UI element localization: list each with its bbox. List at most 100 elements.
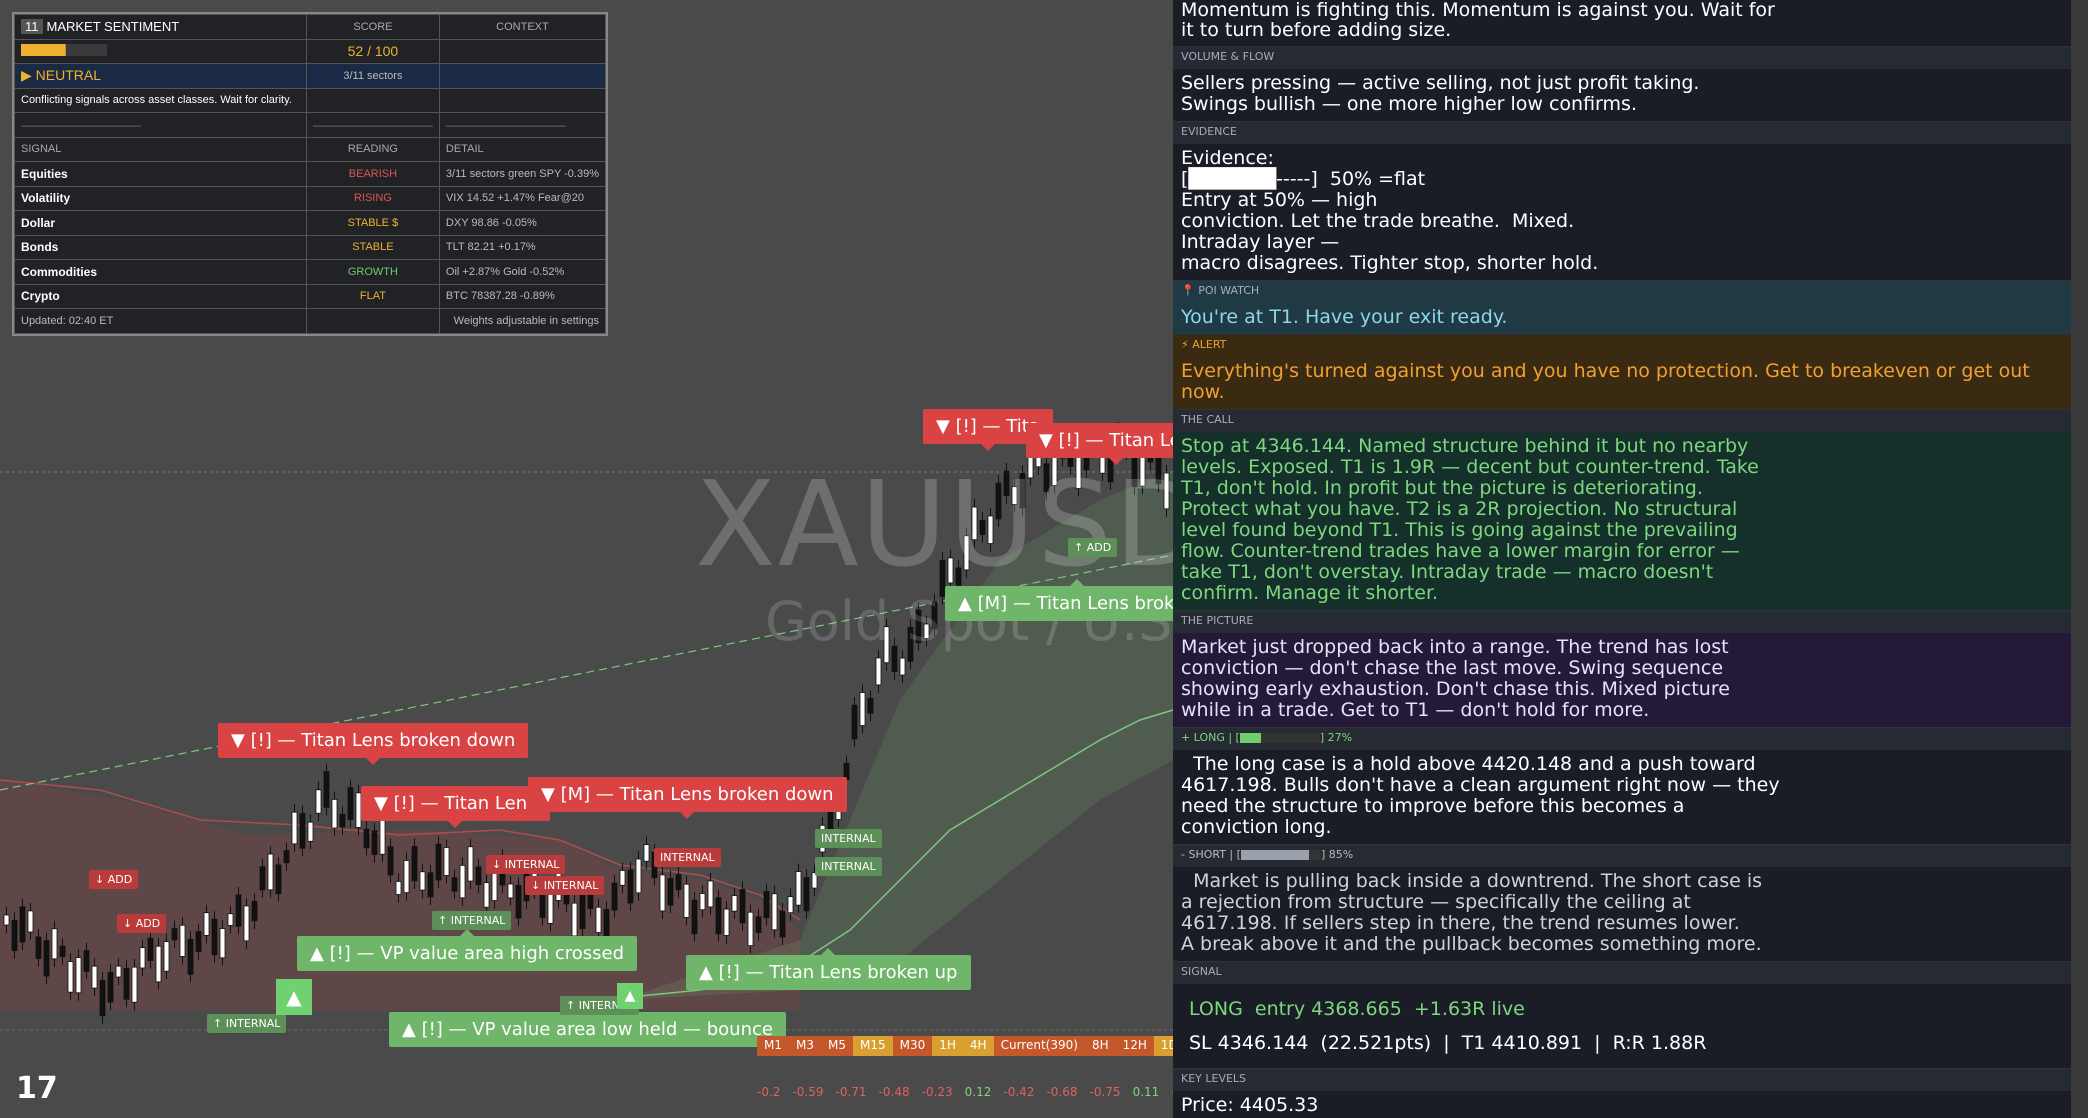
tf-8h[interactable]: 8H	[1084, 1036, 1116, 1056]
long-header: + LONG | [] 27%	[1173, 727, 2071, 750]
candle-body	[435, 843, 442, 881]
candle-body	[371, 830, 378, 855]
candle-body	[219, 928, 226, 959]
sentiment-sectors: 3/11 sectors	[305, 63, 440, 89]
the-call-text: Stop at 4346.144. Named structure behind…	[1173, 432, 2071, 610]
score-header: SCORE	[305, 14, 440, 40]
small-label-internal-6[interactable]: INTERNAL	[815, 829, 882, 848]
candle-body	[283, 850, 290, 864]
signal-label-vp-low[interactable]: ▲ [!] — VP value area low held — bounce	[389, 1005, 786, 1047]
signal-label-titan-up[interactable]: ▲ [!] — Titan Lens broken up	[686, 948, 971, 990]
small-label-add-up[interactable]: ↑ ADD	[1068, 538, 1118, 557]
row-dollar-signal: Dollar	[14, 210, 307, 236]
candle-body	[595, 906, 602, 933]
candle-body	[99, 979, 106, 1017]
sentiment-title-cell: 11 MARKET SENTIMENT	[14, 14, 307, 40]
tf-1h[interactable]: 1H	[932, 1036, 963, 1056]
timeframe-strip: M1 M3 M5 M15 M30 1H 4H Current(390) 8H 1…	[757, 1036, 1185, 1056]
candle-body	[51, 928, 58, 960]
candle-body	[179, 924, 186, 957]
candle-body	[579, 894, 586, 930]
candle-body	[131, 966, 138, 1003]
short-pct: ] 85%	[1320, 848, 1354, 861]
tf-val-12h: 0.11	[1132, 1085, 1160, 1099]
small-label-add-2[interactable]: ↓ ADD	[117, 914, 167, 933]
candle-body	[379, 817, 386, 855]
candle-body	[683, 883, 690, 918]
candle-body	[467, 846, 474, 882]
buy-arrow-marker[interactable]: ▲	[276, 979, 312, 1015]
row-volatility-signal: Volatility	[14, 185, 307, 211]
tf-m1[interactable]: M1	[757, 1036, 789, 1056]
row-volatility-detail: VIX 14.52 +1.47% Fear@20	[438, 185, 607, 211]
small-label-internal-5[interactable]: INTERNAL	[654, 848, 721, 867]
short-header: - SHORT | [] 85%	[1173, 844, 2071, 867]
signal-stop-line: SL 4346.144 (22.521pts) | T1 4410.891 | …	[1189, 1032, 1707, 1054]
signal-label-titan-m-up[interactable]: ▲ [M] — Titan Lens broken	[945, 579, 1210, 621]
signal-label-titan-down-1[interactable]: ▼ [!] — Titan Lens broken down	[218, 723, 529, 765]
alert-header: ⚡ ALERT	[1173, 334, 2071, 357]
candle-body	[779, 910, 786, 938]
right-scroll-strip[interactable]	[2071, 0, 2088, 1118]
candle-body	[747, 911, 754, 947]
candle-body	[195, 931, 202, 952]
tf-m5[interactable]: M5	[821, 1036, 853, 1056]
signal-block: LONG entry 4368.665 +1.63R live SL 4346.1…	[1173, 984, 2071, 1068]
candle-body	[459, 865, 466, 899]
tf-current[interactable]: Current(390)	[993, 1036, 1085, 1056]
candle-body	[139, 947, 146, 969]
sentiment-badge[interactable]: 11	[21, 19, 43, 35]
candle-body	[755, 916, 762, 933]
candle-body	[27, 910, 34, 933]
candle-body	[675, 874, 682, 891]
signal-label-titan-m-down[interactable]: ▼ [M] — Titan Lens broken down	[528, 777, 847, 819]
divider-3: ——————————	[438, 112, 607, 138]
tf-val-m15: -0.48	[878, 1085, 910, 1099]
sentiment-message: Conflicting signals across asset classes…	[14, 87, 307, 113]
candle-body	[795, 871, 802, 906]
signal-label-titan-down-2[interactable]: ▼ [!] — Titan Lens	[361, 786, 550, 828]
tf-m30[interactable]: M30	[892, 1036, 933, 1056]
alert-text: Everything's turned against you and you …	[1173, 357, 2071, 409]
sentiment-title: MARKET SENTIMENT	[46, 19, 180, 35]
tf-12h[interactable]: 12H	[1115, 1036, 1154, 1056]
buy-arrow-marker-small[interactable]: ▲	[617, 983, 643, 1009]
the-picture-header: THE PICTURE	[1173, 610, 2071, 633]
row-dollar-reading: STABLE $	[305, 210, 440, 236]
tf-4h[interactable]: 4H	[962, 1036, 994, 1056]
candle-body	[275, 864, 282, 895]
candle-body	[91, 965, 98, 989]
candle-body	[643, 844, 650, 862]
long-label: + LONG | [	[1181, 731, 1240, 744]
candle-body	[419, 871, 426, 891]
candle-body	[323, 771, 330, 808]
tf-m3[interactable]: M3	[789, 1036, 821, 1056]
candle-body	[627, 869, 634, 904]
row-bonds-signal: Bonds	[14, 234, 307, 260]
volume-flow-text: Sellers pressing — active selling, not j…	[1181, 72, 1700, 115]
tf-m15[interactable]: M15	[853, 1036, 893, 1056]
row-equities-reading: BEARISH	[305, 161, 440, 187]
candle-body	[899, 657, 906, 676]
small-label-internal-7[interactable]: INTERNAL	[815, 857, 882, 876]
row-commodities-reading: GROWTH	[305, 259, 440, 285]
weights-note: Weights adjustable in settings	[438, 308, 607, 334]
candle-body	[667, 877, 674, 906]
candle-body	[35, 936, 42, 959]
tf-val-m30: -0.23	[921, 1085, 953, 1099]
signal-label-vp-high[interactable]: ▲ [!] — VP value area high crossed	[297, 929, 638, 971]
small-label-internal-4[interactable]: ↑ INTERNAL	[432, 911, 512, 930]
candle-body	[443, 847, 450, 876]
small-label-internal-3[interactable]: ↓ INTERNAL	[525, 876, 605, 895]
candle-body	[763, 891, 770, 919]
small-label-add-1[interactable]: ↓ ADD	[89, 870, 139, 889]
poi-watch-text: You're at T1. Have your exit ready.	[1173, 303, 2071, 334]
small-label-internal-2[interactable]: ↓ INTERNAL	[486, 855, 566, 874]
small-label-internal-1[interactable]: ↑ INTERNAL	[207, 1014, 287, 1033]
short-meter	[1240, 850, 1321, 860]
row-bonds-reading: STABLE	[305, 234, 440, 260]
candle-body	[11, 919, 18, 952]
momentum-text: Momentum is fighting this. Momentum is a…	[1181, 0, 1775, 41]
context-empty-2	[438, 63, 607, 89]
sentiment-score-bar	[21, 43, 107, 56]
